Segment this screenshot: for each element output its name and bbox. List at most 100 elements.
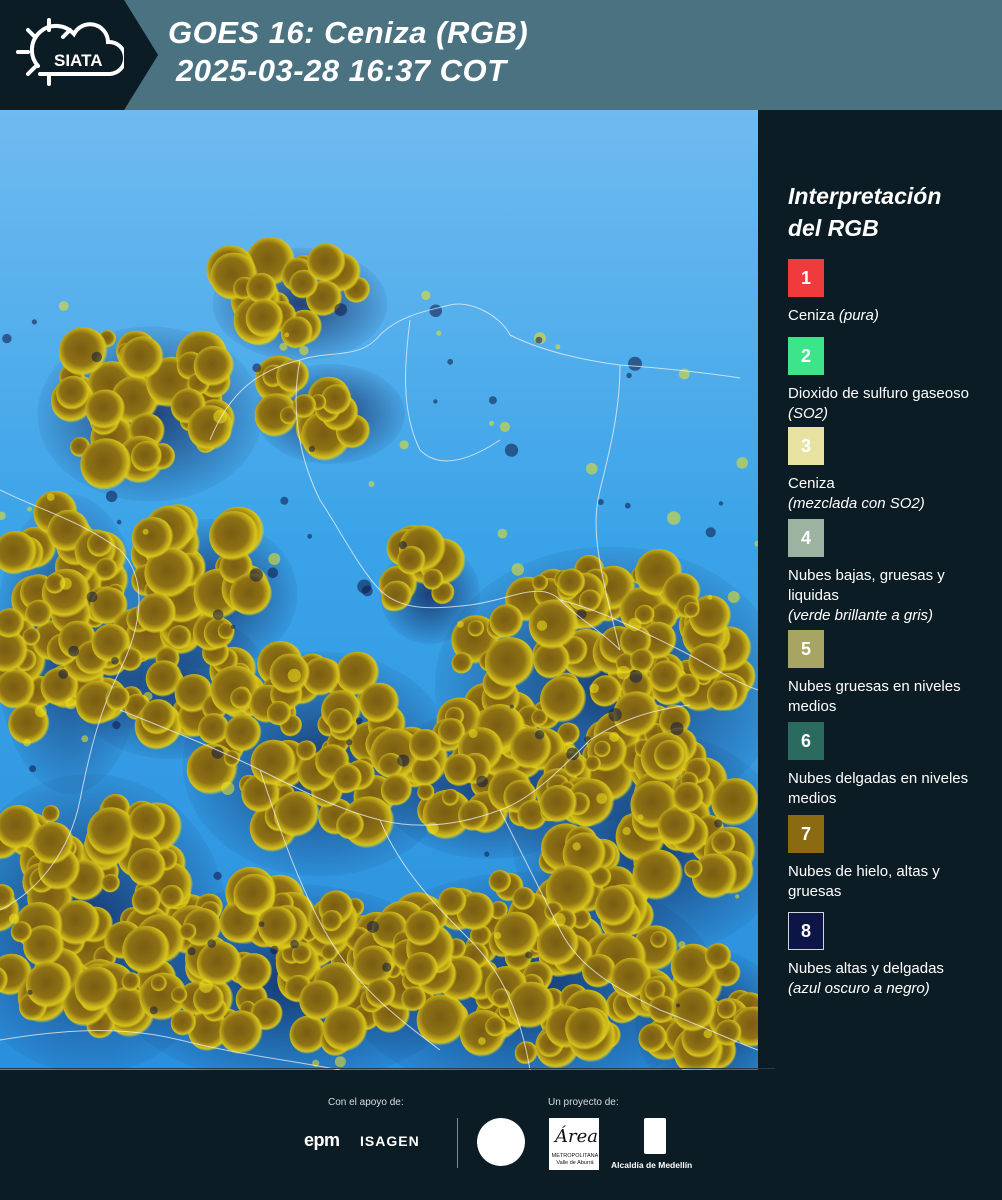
ice-cloud-cell bbox=[321, 910, 343, 932]
project-label: Un proyecto de: bbox=[548, 1097, 619, 1108]
small-cloud-cell bbox=[86, 591, 98, 603]
small-cloud-cell bbox=[718, 501, 724, 506]
small-cloud-cell bbox=[667, 511, 681, 525]
small-cloud-cell bbox=[29, 765, 37, 773]
small-cloud-cell bbox=[142, 528, 149, 535]
small-cloud-cell bbox=[355, 717, 363, 725]
small-cloud-cell bbox=[299, 345, 309, 356]
small-cloud-cell bbox=[566, 747, 580, 761]
small-cloud-cell bbox=[488, 396, 497, 405]
ice-cloud-cell bbox=[333, 764, 363, 794]
ice-cloud-cell bbox=[409, 729, 442, 762]
small-cloud-cell bbox=[597, 499, 604, 505]
small-cloud-cell bbox=[626, 372, 632, 379]
small-cloud-cell bbox=[628, 356, 642, 371]
legend-item-3: 3 Ceniza (mezclada con SO2) bbox=[788, 427, 988, 514]
ice-cloud-cell bbox=[74, 966, 119, 1011]
small-cloud-cell bbox=[484, 851, 490, 857]
support-label: Con el apoyo de: bbox=[328, 1097, 404, 1108]
small-cloud-cell bbox=[596, 793, 608, 804]
ice-cloud-cell bbox=[246, 273, 277, 304]
ice-cloud-cell bbox=[512, 886, 536, 911]
small-cloud-cell bbox=[258, 921, 265, 927]
small-cloud-cell bbox=[111, 657, 119, 665]
ice-cloud-cell bbox=[442, 788, 460, 807]
small-cloud-cell bbox=[511, 563, 525, 576]
small-cloud-cell bbox=[489, 420, 495, 426]
legend-title: Interpretación del RGB bbox=[788, 183, 942, 241]
legend-label: Nubes delgadas en niveles medios bbox=[788, 770, 969, 807]
ice-cloud-cell bbox=[85, 389, 126, 430]
small-cloud-cell bbox=[143, 691, 153, 701]
small-cloud-cell bbox=[46, 493, 55, 501]
ice-cloud-cell bbox=[638, 1023, 668, 1053]
small-cloud-cell bbox=[421, 290, 431, 300]
ice-cloud-cell bbox=[650, 931, 668, 949]
ice-cloud-cell bbox=[170, 1010, 197, 1036]
ice-cloud-cell bbox=[322, 1006, 369, 1052]
ice-cloud-cell bbox=[87, 531, 114, 558]
small-cloud-cell bbox=[213, 871, 222, 881]
small-cloud-cell bbox=[284, 332, 290, 338]
small-cloud-cell bbox=[2, 333, 12, 344]
ice-cloud-cell bbox=[224, 750, 241, 767]
ice-cloud-cell bbox=[672, 987, 717, 1032]
small-cloud-cell bbox=[346, 739, 353, 746]
legend-label: Ceniza (mezclada con SO2) bbox=[788, 474, 988, 514]
ice-cloud-cell bbox=[484, 637, 536, 688]
ice-cloud-cell bbox=[585, 755, 602, 772]
small-cloud-cell bbox=[736, 457, 748, 469]
small-cloud-cell bbox=[609, 731, 620, 742]
ice-cloud-cell bbox=[532, 574, 549, 591]
small-cloud-cell bbox=[476, 775, 488, 788]
small-cloud-cell bbox=[27, 506, 32, 512]
satellite-map bbox=[0, 110, 758, 1070]
ice-cloud-cell bbox=[510, 727, 552, 770]
small-cloud-cell bbox=[525, 951, 533, 959]
small-cloud-cell bbox=[551, 912, 566, 927]
ice-cloud-cell bbox=[684, 601, 700, 618]
title-timestamp: 2025-03-28 16:37 COT bbox=[176, 53, 507, 88]
small-cloud-cell bbox=[536, 620, 548, 631]
ice-cloud-cell bbox=[365, 978, 396, 1009]
legend-item-6: 6 Nubes delgadas en niveles medios bbox=[788, 722, 988, 809]
small-cloud-cell bbox=[34, 705, 47, 718]
ice-cloud-cell bbox=[536, 923, 580, 966]
small-cloud-cell bbox=[334, 303, 348, 316]
ice-cloud-cell bbox=[508, 981, 555, 1029]
ice-cloud-cell bbox=[217, 622, 235, 640]
epm-logo: epm bbox=[304, 1130, 340, 1150]
small-cloud-cell bbox=[267, 567, 279, 579]
ice-cloud-cell bbox=[276, 359, 310, 393]
ice-cloud-cell bbox=[171, 986, 188, 1004]
ice-cloud-cell bbox=[359, 682, 400, 724]
ice-cloud-cell bbox=[717, 999, 737, 1020]
small-cloud-cell bbox=[628, 617, 642, 632]
ice-cloud-cell bbox=[381, 580, 413, 612]
small-cloud-cell bbox=[535, 336, 543, 344]
small-cloud-cell bbox=[307, 533, 313, 539]
legend-note: (azul oscuro a negro) bbox=[788, 980, 930, 997]
small-cloud-cell bbox=[589, 683, 599, 694]
small-cloud-cell bbox=[212, 609, 224, 620]
small-cloud-cell bbox=[497, 528, 508, 539]
small-cloud-cell bbox=[735, 894, 740, 899]
small-cloud-cell bbox=[27, 989, 33, 996]
ice-cloud-cell bbox=[257, 906, 298, 947]
small-cloud-cell bbox=[399, 440, 409, 450]
ice-cloud-cell bbox=[485, 1016, 506, 1037]
small-cloud-cell bbox=[622, 827, 631, 836]
header-arrow-divider bbox=[124, 0, 158, 110]
small-cloud-cell bbox=[290, 939, 299, 949]
small-cloud-cell bbox=[149, 1006, 158, 1015]
ice-cloud-cell bbox=[557, 568, 586, 597]
legend-item-8: 8 Nubes altas y delgadas (azul oscuro a n… bbox=[788, 912, 988, 999]
ice-cloud-cell bbox=[150, 975, 168, 992]
small-cloud-cell bbox=[382, 962, 392, 972]
small-cloud-cell bbox=[670, 722, 684, 736]
legend-swatch: 4 bbox=[788, 519, 824, 557]
ice-cloud-cell bbox=[539, 784, 578, 823]
ice-cloud-cell bbox=[266, 700, 292, 726]
map-divider bbox=[758, 110, 760, 1070]
small-cloud-cell bbox=[308, 445, 316, 452]
